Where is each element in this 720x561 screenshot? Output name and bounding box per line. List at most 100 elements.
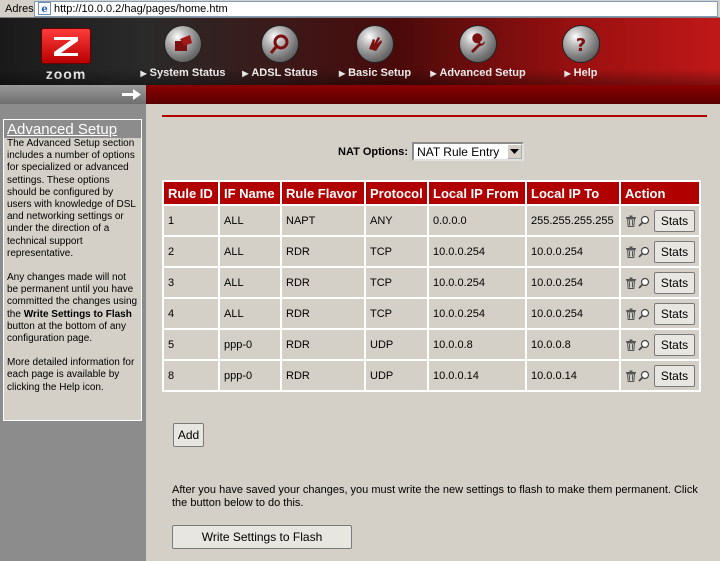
cell-if-name: ALL bbox=[220, 237, 280, 266]
logo-z-icon bbox=[41, 28, 91, 64]
title-rule bbox=[162, 115, 707, 117]
cell-if-name: ALL bbox=[220, 206, 280, 235]
magnifier-icon[interactable] bbox=[638, 339, 650, 351]
cell-local-ip-from: 0.0.0.0 bbox=[429, 206, 525, 235]
cell-if-name: ppp-0 bbox=[220, 361, 280, 390]
col-local-ip-from: Local IP From bbox=[429, 182, 525, 204]
header: zoom ▶ System Status ▶ ADSL Status ▶ Basic … bbox=[0, 18, 720, 85]
cell-local-ip-from: 10.0.0.254 bbox=[429, 299, 525, 328]
cell-if-name: ALL bbox=[220, 268, 280, 297]
sidebar: Advanced Setup The Advanced Setup sectio… bbox=[0, 104, 146, 561]
trash-icon[interactable] bbox=[625, 339, 637, 351]
cell-action: Stats bbox=[621, 268, 699, 297]
nat-options-label: NAT Options: bbox=[338, 145, 409, 158]
sidebar-para-2-b: button at the bottom of any configuratio… bbox=[7, 320, 126, 345]
address-label: Adres bbox=[5, 2, 34, 15]
table-row: 8 ppp-0 RDR UDP 10.0.0.14 10.0.0.14 Stats bbox=[164, 361, 699, 390]
cell-local-ip-from: 10.0.0.8 bbox=[429, 330, 525, 359]
nat-options-value: NAT Rule Entry bbox=[417, 144, 500, 159]
nav-label: ADSL Status bbox=[251, 67, 318, 79]
cell-rule-id: 5 bbox=[164, 330, 218, 359]
address-url: http://10.0.0.2/hag/pages/home.htm bbox=[54, 2, 228, 15]
table-row: 3 ALL RDR TCP 10.0.0.254 10.0.0.254 Stats bbox=[164, 268, 699, 297]
write-settings-button[interactable]: Write Settings to Flash bbox=[172, 525, 352, 549]
cell-protocol: TCP bbox=[366, 237, 427, 266]
logo-text: zoom bbox=[45, 66, 87, 82]
table-row: 2 ALL RDR TCP 10.0.0.254 10.0.0.254 Stats bbox=[164, 237, 699, 266]
wrench-icon bbox=[459, 25, 497, 63]
stats-button[interactable]: Stats bbox=[654, 271, 695, 294]
cell-local-ip-to: 10.0.0.254 bbox=[527, 237, 619, 266]
trash-icon[interactable] bbox=[625, 246, 637, 258]
magnifier-icon bbox=[261, 25, 299, 63]
cell-action: Stats bbox=[621, 330, 699, 359]
cell-rule-flavor: RDR bbox=[282, 361, 364, 390]
cell-rule-id: 8 bbox=[164, 361, 218, 390]
cell-local-ip-from: 10.0.0.14 bbox=[429, 361, 525, 390]
nav-system-status[interactable]: ▶ System Status bbox=[135, 25, 231, 83]
hand-icon bbox=[356, 25, 394, 63]
nat-options-select[interactable]: NAT Rule Entry bbox=[412, 142, 525, 161]
stats-button[interactable]: Stats bbox=[654, 302, 695, 325]
cell-protocol: UDP bbox=[366, 330, 427, 359]
sidebar-para-1: The Advanced Setup section includes a nu… bbox=[7, 138, 136, 259]
cell-protocol: UDP bbox=[366, 361, 427, 390]
cell-local-ip-from: 10.0.0.254 bbox=[429, 237, 525, 266]
nav-label: Basic Setup bbox=[348, 67, 412, 79]
col-rule-flavor: Rule Flavor bbox=[282, 182, 364, 204]
stats-button[interactable]: Stats bbox=[654, 240, 695, 263]
stats-button[interactable]: Stats bbox=[654, 209, 695, 232]
cell-rule-id: 1 bbox=[164, 206, 218, 235]
zoom-logo[interactable]: zoom bbox=[38, 28, 94, 82]
col-rule-id: Rule ID bbox=[164, 182, 218, 204]
nav-label: System Status bbox=[149, 67, 226, 79]
sidebar-para-3: More detailed information for each page … bbox=[7, 357, 135, 393]
stats-button[interactable]: Stats bbox=[654, 364, 695, 387]
cell-local-ip-to: 10.0.0.14 bbox=[527, 361, 619, 390]
trash-icon[interactable] bbox=[625, 215, 637, 227]
svg-text:?: ? bbox=[576, 35, 586, 55]
col-if-name: IF Name bbox=[220, 182, 280, 204]
page: Adres e http://10.0.0.2/hag/pages/home.h… bbox=[0, 0, 720, 561]
nav-adsl-status[interactable]: ▶ ADSL Status bbox=[232, 25, 328, 83]
nav-basic-setup[interactable]: ▶ Basic Setup bbox=[327, 25, 423, 83]
cell-rule-id: 2 bbox=[164, 237, 218, 266]
cell-rule-id: 3 bbox=[164, 268, 218, 297]
nat-rules-table: Rule ID IF Name Rule Flavor Protocol Loc… bbox=[162, 180, 701, 392]
magnifier-icon[interactable] bbox=[638, 277, 650, 289]
sidebar-para-2-bold: Write Settings to Flash bbox=[23, 308, 132, 320]
magnifier-icon[interactable] bbox=[638, 246, 650, 258]
sidebar-para-2: Any changes made will not be permanent u… bbox=[7, 272, 138, 345]
cell-protocol: ANY bbox=[366, 206, 427, 235]
nat-options-row: NAT Options: NAT Rule Entry bbox=[338, 142, 525, 161]
sidebar-title[interactable]: Advanced Setup bbox=[4, 120, 141, 138]
stats-button[interactable]: Stats bbox=[654, 333, 695, 356]
cell-local-ip-to: 10.0.0.254 bbox=[527, 299, 619, 328]
magnifier-icon[interactable] bbox=[638, 308, 650, 320]
trash-icon[interactable] bbox=[625, 370, 637, 382]
col-local-ip-to: Local IP To bbox=[527, 182, 619, 204]
chevron-down-icon[interactable] bbox=[507, 144, 523, 159]
nav-help[interactable]: ? ▶ Help bbox=[533, 25, 629, 83]
cell-local-ip-from: 10.0.0.254 bbox=[429, 268, 525, 297]
col-action: Action bbox=[621, 182, 699, 204]
cell-protocol: TCP bbox=[366, 268, 427, 297]
add-button[interactable]: Add bbox=[173, 423, 204, 447]
address-input[interactable]: e http://10.0.0.2/hag/pages/home.htm bbox=[34, 0, 718, 17]
cell-if-name: ppp-0 bbox=[220, 330, 280, 359]
magnifier-icon[interactable] bbox=[638, 215, 650, 227]
table-header-row: Rule ID IF Name Rule Flavor Protocol Loc… bbox=[164, 182, 699, 204]
cell-rule-flavor: RDR bbox=[282, 237, 364, 266]
system-status-icon bbox=[164, 25, 202, 63]
magnifier-icon[interactable] bbox=[638, 370, 650, 382]
trash-icon[interactable] bbox=[625, 308, 637, 320]
table-row: 5 ppp-0 RDR UDP 10.0.0.8 10.0.0.8 Stats bbox=[164, 330, 699, 359]
cell-rule-flavor: RDR bbox=[282, 330, 364, 359]
cell-local-ip-to: 10.0.0.254 bbox=[527, 268, 619, 297]
cell-if-name: ALL bbox=[220, 299, 280, 328]
nav-advanced-setup[interactable]: ▶ Advanced Setup bbox=[430, 25, 526, 83]
table-row: 4 ALL RDR TCP 10.0.0.254 10.0.0.254 Stats bbox=[164, 299, 699, 328]
trash-icon[interactable] bbox=[625, 277, 637, 289]
table-row: 1 ALL NAPT ANY 0.0.0.0 255.255.255.255 Stats bbox=[164, 206, 699, 235]
cell-rule-id: 4 bbox=[164, 299, 218, 328]
